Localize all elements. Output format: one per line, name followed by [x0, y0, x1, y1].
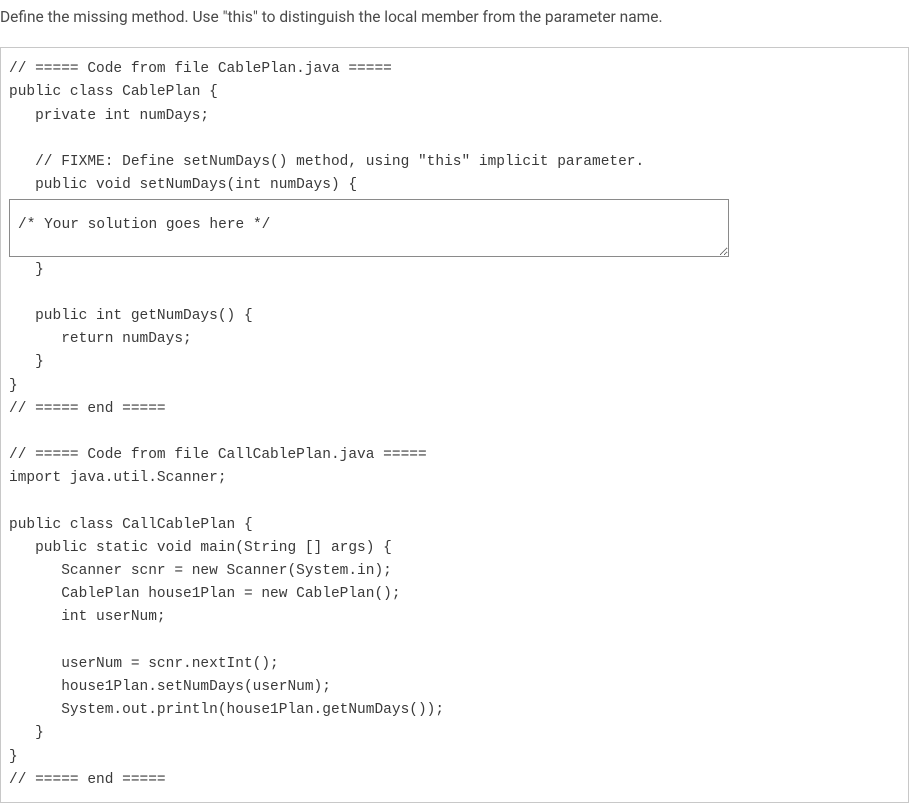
code-line: return numDays;	[9, 328, 900, 351]
code-line: // ===== end =====	[9, 769, 900, 792]
instruction-text: Define the missing method. Use "this" to…	[0, 0, 909, 47]
code-line: public int getNumDays() {	[9, 305, 900, 328]
code-line: house1Plan.setNumDays(userNum);	[9, 676, 900, 699]
code-line	[9, 282, 900, 305]
solution-area: /* Your solution goes here */	[9, 199, 900, 256]
code-line: import java.util.Scanner;	[9, 467, 900, 490]
code-line: }	[9, 259, 900, 282]
code-line: Scanner scnr = new Scanner(System.in);	[9, 560, 900, 583]
code-line	[9, 128, 900, 151]
code-block-before: // ===== Code from file CablePlan.java =…	[9, 58, 900, 197]
code-line: public void setNumDays(int numDays) {	[9, 174, 900, 197]
code-line: private int numDays;	[9, 105, 900, 128]
code-line: // ===== end =====	[9, 398, 900, 421]
solution-input[interactable]: /* Your solution goes here */	[9, 199, 729, 256]
code-line: // FIXME: Define setNumDays() method, us…	[9, 151, 900, 174]
code-line: public static void main(String [] args) …	[9, 537, 900, 560]
code-line: }	[9, 351, 900, 374]
code-line: }	[9, 722, 900, 745]
code-block-after: } public int getNumDays() { return numDa…	[9, 259, 900, 792]
code-line	[9, 490, 900, 513]
code-line: }	[9, 746, 900, 769]
code-line: public class CablePlan {	[9, 81, 900, 104]
code-line: }	[9, 375, 900, 398]
code-line: CablePlan house1Plan = new CablePlan();	[9, 583, 900, 606]
code-line: // ===== Code from file CablePlan.java =…	[9, 58, 900, 81]
code-line: // ===== Code from file CallCablePlan.ja…	[9, 444, 900, 467]
code-line: int userNum;	[9, 606, 900, 629]
code-line: System.out.println(house1Plan.getNumDays…	[9, 699, 900, 722]
code-container: // ===== Code from file CablePlan.java =…	[0, 47, 909, 803]
code-line	[9, 630, 900, 653]
code-line: userNum = scnr.nextInt();	[9, 653, 900, 676]
code-line	[9, 421, 900, 444]
code-line: public class CallCablePlan {	[9, 514, 900, 537]
